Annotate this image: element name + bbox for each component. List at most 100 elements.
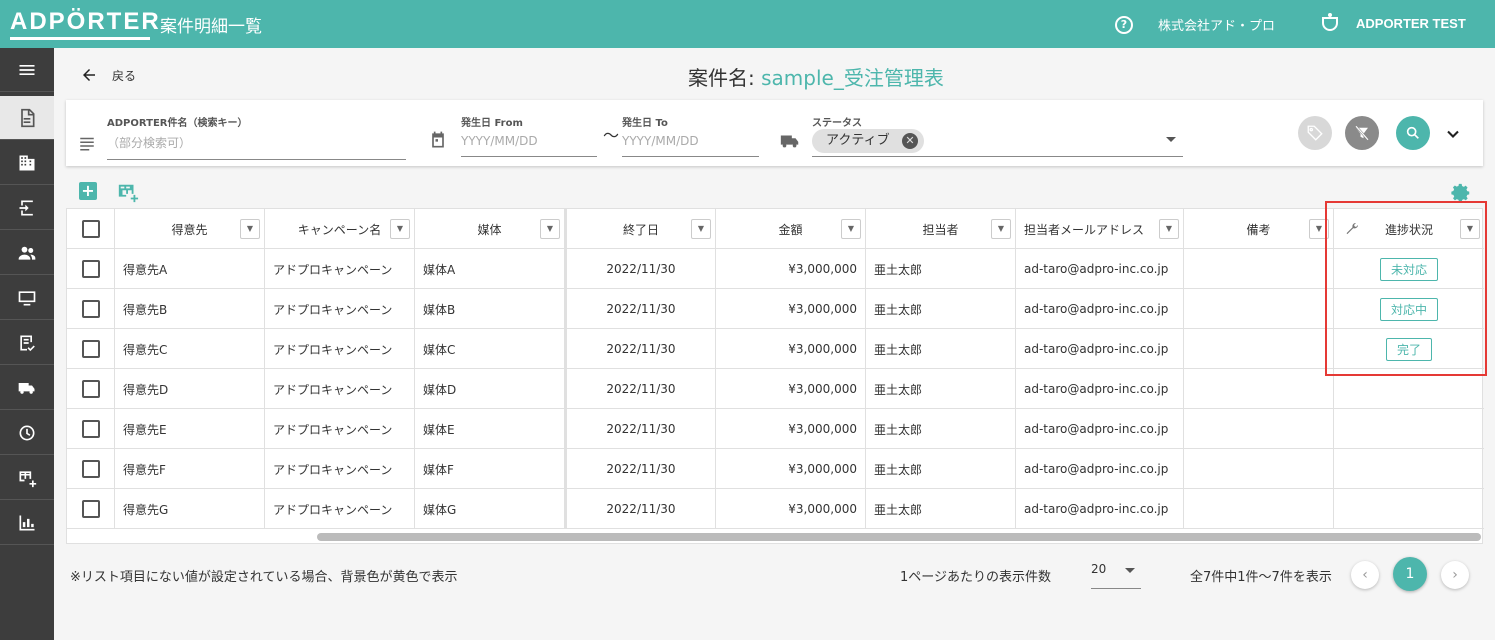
monitor-icon[interactable] <box>0 276 54 320</box>
cell-end-date: 2022/11/30 <box>565 449 716 489</box>
search-button[interactable] <box>1396 116 1430 150</box>
status-badge[interactable]: 完了 <box>1385 337 1432 361</box>
user-name[interactable]: ADPORTER TEST <box>1356 16 1466 31</box>
cell-media-text: 媒体D <box>423 382 457 397</box>
header-email: 担当者メールアドレス ▼ <box>1016 209 1184 249</box>
table-row[interactable]: 得意先G アドプロキャンペーン 媒体G 2022/11/30 ¥3,000,000 亜土太… <box>67 489 1484 529</box>
cell-note <box>1184 409 1334 449</box>
cell-end-date-text: 2022/11/30 <box>606 502 676 516</box>
page-title-prefix: 案件名: <box>688 66 762 90</box>
next-page-button[interactable]: › <box>1441 561 1469 589</box>
status-chip[interactable]: アクティブ ✕ <box>812 129 924 153</box>
cell-end-date-text: 2022/11/30 <box>606 382 676 396</box>
row-checkbox[interactable] <box>81 340 100 358</box>
cell-note <box>1184 369 1334 409</box>
status-dropdown-icon[interactable] <box>1166 137 1176 142</box>
table-row[interactable]: 得意先B アドプロキャンペーン 媒体B 2022/11/30 ¥3,000,000 亜土太… <box>67 289 1484 329</box>
cell-amount: ¥3,000,000 <box>716 289 866 329</box>
cell-campaign-text: アドプロキャンペーン <box>273 302 393 317</box>
row-checkbox[interactable] <box>81 380 100 398</box>
column-menu-icon[interactable]: ▼ <box>390 219 410 239</box>
column-menu-icon[interactable]: ▼ <box>841 219 861 239</box>
table-add-icon[interactable] <box>0 456 54 500</box>
column-menu-icon[interactable]: ▼ <box>540 219 560 239</box>
cell-media: 媒体G <box>415 489 565 529</box>
table-row[interactable]: 得意先E アドプロキャンペーン 媒体E 2022/11/30 ¥3,000,000 亜土太… <box>67 409 1484 449</box>
cell-amount: ¥3,000,000 <box>716 369 866 409</box>
date-to-input[interactable]: YYYY/MM/DD <box>622 134 759 157</box>
cell-client: 得意先G <box>115 489 265 529</box>
row-checkbox[interactable] <box>81 300 100 318</box>
current-page-button[interactable]: 1 <box>1393 557 1427 591</box>
cell-end-date: 2022/11/30 <box>565 249 716 289</box>
column-menu-icon[interactable]: ▼ <box>240 219 260 239</box>
people-icon[interactable] <box>0 231 54 275</box>
column-menu-icon[interactable]: ▼ <box>691 219 711 239</box>
user-icon[interactable] <box>1322 13 1338 31</box>
table-row[interactable]: 得意先C アドプロキャンペーン 媒体C 2022/11/30 ¥3,000,000 亜土太… <box>67 329 1484 369</box>
horizontal-scrollbar[interactable] <box>317 533 1481 541</box>
chevron-down-icon[interactable] <box>1443 124 1463 144</box>
import-icon[interactable] <box>0 186 54 230</box>
cell-campaign-text: アドプロキャンペーン <box>273 502 393 517</box>
truck-icon[interactable] <box>0 366 54 410</box>
back-button[interactable]: 戻る <box>80 66 136 84</box>
menu-icon[interactable] <box>0 48 54 92</box>
column-menu-icon[interactable]: ▼ <box>1159 219 1179 239</box>
cell-status: 完了 <box>1334 329 1484 369</box>
row-checkbox[interactable] <box>81 460 100 478</box>
chip-remove-icon[interactable]: ✕ <box>902 133 918 149</box>
table-row[interactable]: 得意先F アドプロキャンペーン 媒体F 2022/11/30 ¥3,000,000 亜土太… <box>67 449 1484 489</box>
per-page-select[interactable]: 20 <box>1091 562 1141 589</box>
header-campaign: キャンペーン名 ▼ <box>265 209 415 249</box>
cell-amount: ¥3,000,000 <box>716 409 866 449</box>
table-row[interactable]: 得意先D アドプロキャンペーン 媒体D 2022/11/30 ¥3,000,000 亜土太… <box>67 369 1484 409</box>
status-badge[interactable]: 未対応 <box>1379 257 1438 281</box>
cell-email: ad-taro@adpro-inc.co.jp <box>1016 329 1184 369</box>
gear-icon[interactable] <box>1450 182 1472 204</box>
history-icon[interactable] <box>0 411 54 455</box>
building-icon[interactable] <box>0 141 54 185</box>
row-checkbox[interactable] <box>81 260 100 278</box>
table-row[interactable]: 得意先A アドプロキャンペーン 媒体A 2022/11/30 ¥3,000,000 亜土太… <box>67 249 1484 289</box>
table-add-icon[interactable] <box>117 182 139 204</box>
calendar-icon[interactable] <box>428 130 448 150</box>
logo[interactable]: ADPÖRTER <box>10 8 161 36</box>
row-checkbox[interactable] <box>81 420 100 438</box>
bar-chart-icon[interactable] <box>0 501 54 545</box>
cell-end-date-text: 2022/11/30 <box>606 462 676 476</box>
add-row-icon[interactable]: + <box>79 182 97 200</box>
cell-status: 対応中 <box>1334 289 1484 329</box>
search-key-input[interactable]: （部分検索可） <box>107 134 406 160</box>
column-menu-icon[interactable]: ▼ <box>1460 219 1480 239</box>
cell-owner-text: 亜土太郎 <box>874 462 923 477</box>
cell-media-text: 媒体C <box>423 342 456 357</box>
column-menu-icon[interactable]: ▼ <box>1309 219 1329 239</box>
dropdown-arrow-icon <box>1125 568 1135 573</box>
help-icon[interactable]: ? <box>1115 16 1133 34</box>
cell-end-date-text: 2022/11/30 <box>606 262 676 276</box>
tag-button[interactable] <box>1298 116 1332 150</box>
cell-client-text: 得意先A <box>123 262 168 277</box>
cell-owner: 亜土太郎 <box>866 369 1016 409</box>
cell-owner-text: 亜土太郎 <box>874 422 923 437</box>
cell-note <box>1184 489 1334 529</box>
cell-campaign-text: アドプロキャンペーン <box>273 422 393 437</box>
cell-end-date: 2022/11/30 <box>565 369 716 409</box>
page-range: 全7件中1件〜7件を表示 <box>1190 570 1332 585</box>
row-checkbox[interactable] <box>81 500 100 518</box>
cell-end-date-text: 2022/11/30 <box>606 422 676 436</box>
page-title: 案件名: sample_受注管理表 <box>688 62 944 91</box>
document-icon[interactable] <box>0 96 54 140</box>
cell-owner: 亜土太郎 <box>866 289 1016 329</box>
header-end-date: 終了日 ▼ <box>565 209 716 249</box>
checklist-icon[interactable] <box>0 321 54 365</box>
cell-campaign: アドプロキャンペーン <box>265 329 415 369</box>
date-from-input[interactable]: YYYY/MM/DD <box>461 134 597 157</box>
clear-filter-button[interactable] <box>1345 116 1379 150</box>
column-menu-icon[interactable]: ▼ <box>991 219 1011 239</box>
status-badge[interactable]: 対応中 <box>1379 297 1438 321</box>
prev-page-button[interactable]: ‹ <box>1351 561 1379 589</box>
status-chip-label: アクティブ <box>826 133 890 148</box>
select-all-checkbox[interactable] <box>81 220 100 238</box>
